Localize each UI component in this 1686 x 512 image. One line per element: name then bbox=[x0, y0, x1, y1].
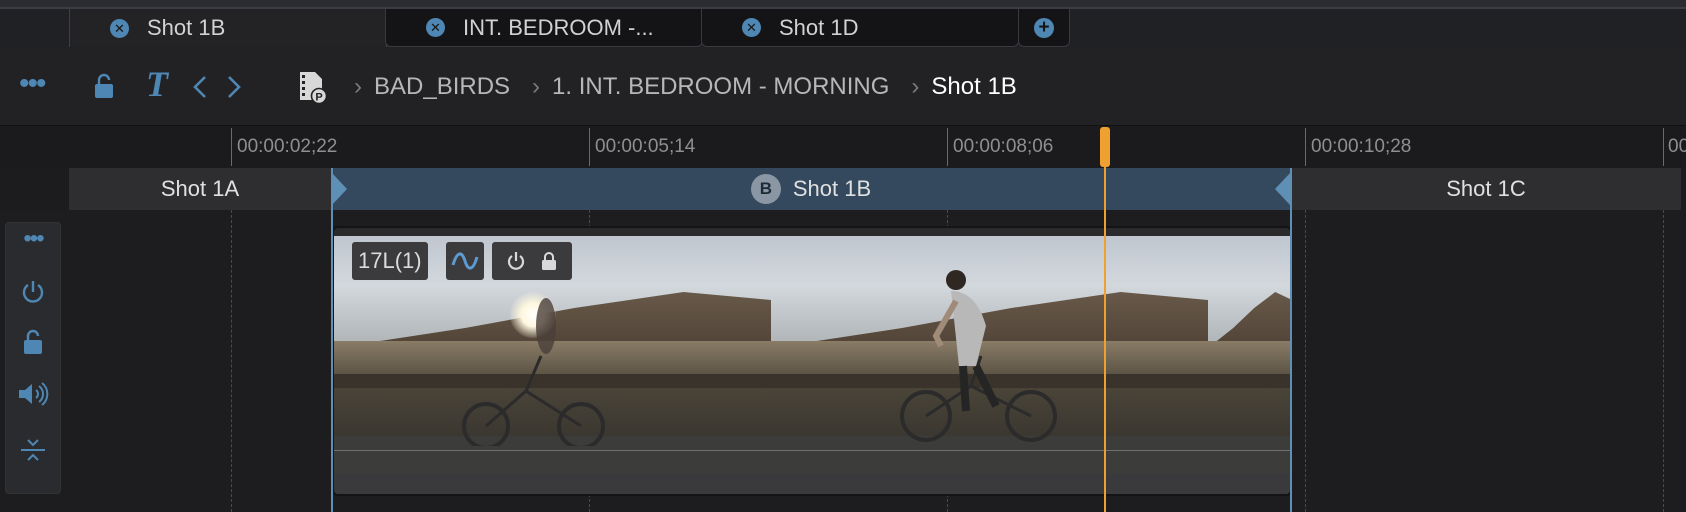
breadcrumb-shot: Shot 1B bbox=[931, 73, 1017, 100]
ruler-tick bbox=[589, 128, 590, 166]
ruler-timecode: 00:00:08;06 bbox=[953, 136, 1054, 157]
add-tab-button[interactable]: + bbox=[1018, 9, 1070, 47]
ruler-timecode: 00:00:02;22 bbox=[237, 136, 338, 157]
chevron-right-icon[interactable] bbox=[226, 75, 242, 99]
close-icon[interactable]: ✕ bbox=[110, 18, 129, 38]
shot-segment-1c[interactable]: Shot 1C bbox=[1291, 168, 1681, 210]
expand-track-icon[interactable] bbox=[19, 437, 47, 463]
ruler-timecode: 00 bbox=[1668, 136, 1686, 157]
breadcrumb-separator: › bbox=[354, 73, 362, 100]
more-icon[interactable]: ••• bbox=[6, 225, 60, 253]
playhead-handle[interactable] bbox=[1100, 127, 1110, 167]
svg-text:P: P bbox=[315, 92, 322, 104]
playhead-line[interactable] bbox=[1104, 128, 1106, 512]
tab-label: Shot 1B bbox=[147, 15, 226, 40]
tab-bar: ✕ Shot 1B ✕ INT. BEDROOM -... ✕ Shot 1D … bbox=[0, 9, 1686, 49]
track-area: ••• 17L(1) bbox=[0, 210, 1686, 512]
grid-line bbox=[231, 210, 232, 512]
tab-int-bedroom[interactable]: ✕ INT. BEDROOM -... bbox=[385, 9, 703, 47]
lock-icon[interactable] bbox=[541, 251, 557, 271]
tab-shot-1b[interactable]: ✕ Shot 1B bbox=[69, 9, 387, 47]
video-clip[interactable]: 17L(1) bbox=[332, 226, 1292, 496]
tab-shot-1d[interactable]: ✕ Shot 1D bbox=[701, 9, 1019, 47]
ruler-timecode: 00:00:05;14 bbox=[595, 136, 696, 157]
close-icon[interactable]: ✕ bbox=[742, 18, 761, 37]
lock-open-icon[interactable] bbox=[23, 329, 43, 355]
tab-label: Shot 1D bbox=[779, 14, 859, 40]
shot-header-row: Shot 1A B Shot 1B Shot 1C bbox=[0, 168, 1686, 210]
clip-thumbnail bbox=[771, 236, 1208, 474]
shot-label: Shot 1C bbox=[1446, 176, 1526, 201]
timeline-ruler[interactable]: 00:00:02;22 00:00:05;14 00:00:08;06 00:0… bbox=[0, 126, 1686, 169]
selection-right-edge bbox=[1290, 168, 1292, 512]
clip-bottom-bar bbox=[334, 474, 1290, 494]
lock-open-icon[interactable] bbox=[94, 73, 114, 99]
power-icon[interactable] bbox=[21, 279, 45, 305]
ruler-timecode: 00:00:10;28 bbox=[1311, 136, 1412, 157]
shot-segment-1a[interactable]: Shot 1A bbox=[69, 168, 331, 210]
ruler-tick bbox=[1663, 128, 1664, 166]
grid-line bbox=[1663, 210, 1664, 512]
toolbar: ••• T P › BAD_BIRDS › 1. INT. BEDROOM - … bbox=[0, 49, 1686, 126]
breadcrumb-project[interactable]: BAD_BIRDS bbox=[374, 73, 510, 101]
breadcrumb-separator: › bbox=[911, 73, 920, 100]
shot-label: Shot 1A bbox=[160, 176, 240, 201]
breadcrumb-separator: › bbox=[532, 73, 541, 100]
shot-segment-1b[interactable]: B Shot 1B bbox=[331, 168, 1291, 210]
clip-controls bbox=[492, 242, 572, 280]
ruler-tick bbox=[231, 128, 232, 166]
trim-handle-right[interactable] bbox=[1275, 172, 1291, 206]
plus-icon: + bbox=[1034, 17, 1054, 38]
shot-badge: B bbox=[750, 174, 781, 204]
chevron-left-icon[interactable] bbox=[192, 75, 208, 99]
power-icon[interactable] bbox=[507, 251, 525, 271]
tab-label: INT. BEDROOM -... bbox=[463, 14, 654, 40]
breadcrumb-scene[interactable]: 1. INT. BEDROOM - MORNING bbox=[552, 73, 889, 101]
speaker-icon[interactable] bbox=[17, 381, 49, 407]
ruler-tick bbox=[947, 128, 948, 166]
selection-left-edge bbox=[331, 168, 333, 512]
clip-name-tag: 17L(1) bbox=[352, 242, 428, 280]
more-icon[interactable]: ••• bbox=[19, 67, 46, 101]
close-icon[interactable]: ✕ bbox=[426, 18, 445, 37]
ruler-tick bbox=[1305, 128, 1306, 166]
shot-label: Shot 1B bbox=[792, 176, 872, 201]
text-tool-icon[interactable]: T bbox=[146, 63, 168, 105]
breadcrumb: P › BAD_BIRDS › 1. INT. BEDROOM - MORNIN… bbox=[298, 49, 1017, 125]
track-controls-panel: ••• bbox=[5, 222, 61, 494]
clip-thumbnail bbox=[1208, 236, 1290, 474]
window-top-strip bbox=[0, 0, 1686, 9]
trim-handle-left[interactable] bbox=[331, 172, 347, 206]
grid-line bbox=[1305, 210, 1306, 512]
waveform-icon[interactable] bbox=[446, 242, 484, 280]
project-file-icon[interactable]: P bbox=[298, 70, 328, 104]
